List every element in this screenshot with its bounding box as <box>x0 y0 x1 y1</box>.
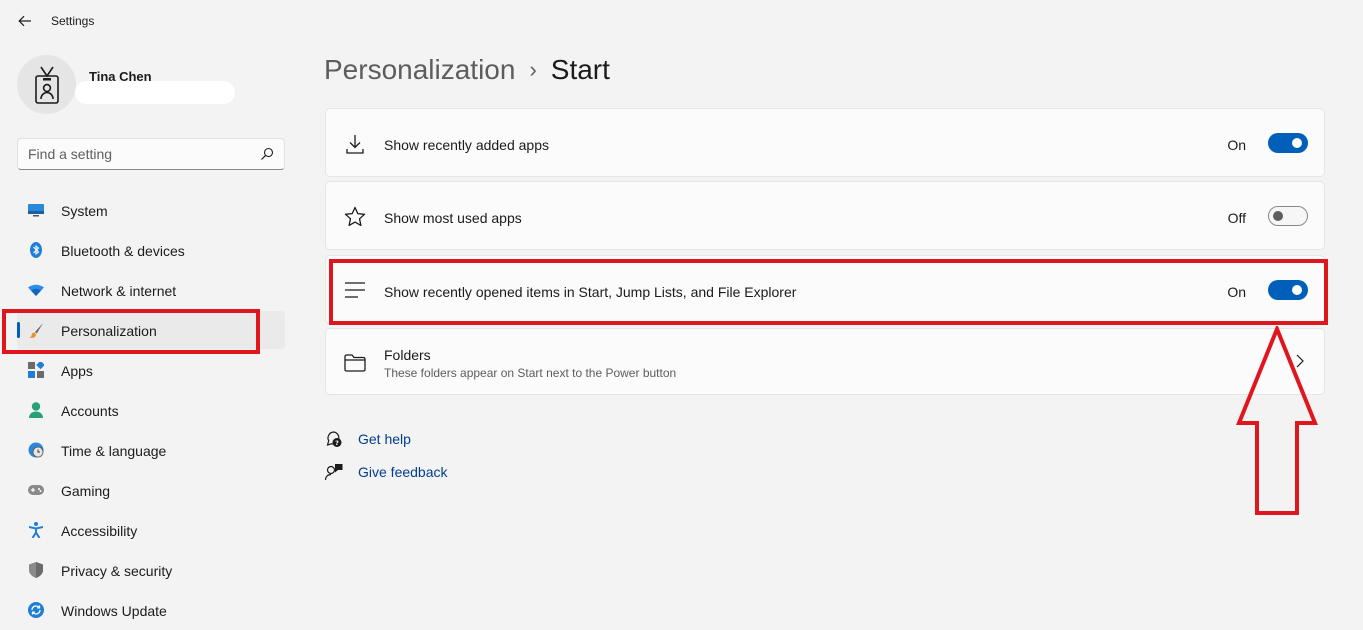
setting-label: Show most used apps <box>384 210 522 226</box>
sidebar-item-bluetooth[interactable]: Bluetooth & devices <box>17 231 285 269</box>
sidebar-item-gaming[interactable]: Gaming <box>17 471 285 509</box>
annotation-arrow-up-icon <box>1236 326 1318 515</box>
sidebar-item-label: Accounts <box>61 403 119 419</box>
link-label[interactable]: Give feedback <box>358 464 448 480</box>
app-title: Settings <box>51 14 95 28</box>
breadcrumb-separator: › <box>529 57 537 82</box>
help-chat-icon: ? <box>324 429 344 449</box>
user-email-redacted <box>75 81 235 104</box>
toggle-knob <box>1292 138 1302 148</box>
sidebar-item-label: Accessibility <box>61 523 138 539</box>
sidebar-item-label: Privacy & security <box>61 563 173 579</box>
sidebar-item-accessibility[interactable]: Accessibility <box>17 511 285 549</box>
sidebar-item-accounts[interactable]: Accounts <box>17 391 285 429</box>
sidebar-item-label: Apps <box>61 363 93 379</box>
sidebar-item-windows-update[interactable]: Windows Update <box>17 591 285 629</box>
setting-label: Show recently added apps <box>384 137 549 153</box>
update-icon <box>28 602 44 618</box>
sidebar-item-label: Time & language <box>61 443 167 459</box>
sidebar-item-label: System <box>61 203 108 219</box>
setting-card-most-used[interactable]: Show most used apps Off <box>325 181 1325 250</box>
breadcrumb-parent[interactable]: Personalization <box>324 54 515 86</box>
toggle-knob <box>1273 211 1283 221</box>
setting-label: Folders <box>384 347 431 363</box>
toggle-switch[interactable] <box>1268 206 1308 226</box>
setting-description: These folders appear on Start next to th… <box>384 366 677 380</box>
apps-icon <box>28 362 44 378</box>
accessibility-icon <box>28 522 44 538</box>
sidebar-item-label: Bluetooth & devices <box>61 243 185 259</box>
search-input[interactable] <box>18 139 254 169</box>
folder-icon <box>344 352 366 374</box>
page-title: Start <box>550 54 610 85</box>
feedback-icon <box>324 462 344 482</box>
back-arrow-icon <box>18 15 31 27</box>
annotation-highlight-recently-opened <box>329 259 1328 325</box>
sidebar-item-privacy-security[interactable]: Privacy & security <box>17 551 285 589</box>
gamepad-icon <box>28 482 44 498</box>
avatar[interactable] <box>17 55 76 114</box>
setting-card-recently-added[interactable]: Show recently added apps On <box>325 108 1325 177</box>
search-icon[interactable] <box>260 147 274 161</box>
star-icon <box>344 206 366 228</box>
sidebar-item-label: Gaming <box>61 483 111 499</box>
toggle-state-text: On <box>1227 137 1246 153</box>
breadcrumb: Personalization › Start <box>324 54 610 86</box>
get-help-link[interactable]: ? Get help <box>324 429 411 449</box>
give-feedback-link[interactable]: Give feedback <box>324 462 448 482</box>
sidebar-item-network[interactable]: Network & internet <box>17 271 285 309</box>
wifi-icon <box>28 282 44 298</box>
person-badge-icon <box>34 66 59 104</box>
sidebar-item-time-language[interactable]: Time & language <box>17 431 285 469</box>
search-box[interactable] <box>17 138 285 170</box>
bluetooth-icon <box>28 242 44 258</box>
sidebar-item-apps[interactable]: Apps <box>17 351 285 389</box>
globe-clock-icon <box>28 442 44 458</box>
sidebar-item-system[interactable]: System <box>17 191 285 229</box>
person-icon <box>28 402 44 418</box>
sidebar-item-label: Windows Update <box>61 603 167 619</box>
toggle-state-text: Off <box>1227 210 1246 226</box>
download-icon <box>344 133 366 155</box>
toggle-switch[interactable] <box>1268 133 1308 153</box>
title-bar: Settings <box>0 0 1363 42</box>
link-label[interactable]: Get help <box>358 431 411 447</box>
back-button[interactable] <box>14 10 36 32</box>
svg-text:?: ? <box>335 439 339 447</box>
setting-card-folders[interactable]: Folders These folders appear on Start ne… <box>325 328 1325 395</box>
annotation-highlight-personalization <box>2 309 260 354</box>
sidebar-item-label: Network & internet <box>61 283 177 299</box>
shield-icon <box>28 562 44 578</box>
monitor-icon <box>28 202 44 218</box>
